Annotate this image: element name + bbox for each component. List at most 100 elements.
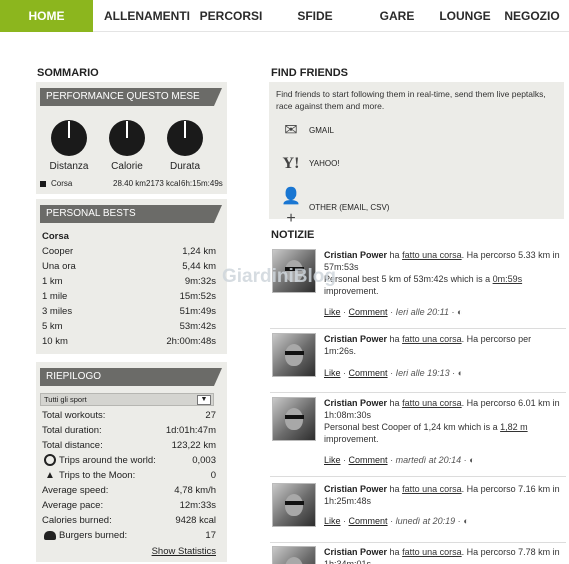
duration-label: Durata — [169, 161, 200, 172]
news-activity-link[interactable]: fatto una corsa — [402, 484, 462, 494]
pb-value: 15m:52s — [179, 291, 216, 302]
yahoo-link[interactable]: Y! YAHOO! — [279, 153, 340, 175]
news-activity-link[interactable]: fatto una corsa — [402, 250, 462, 260]
summary-row: Burgers burned: 17 — [42, 528, 216, 543]
summary-row: Average pace: 12m:33s — [42, 498, 216, 513]
sep: · — [457, 516, 461, 526]
tab-allenamenti[interactable]: ALLENAMENTI — [102, 0, 192, 32]
notizie-title: NOTIZIE — [271, 229, 315, 241]
performance-panel: PERFORMANCE QUESTO MESE Distanza Calorie… — [36, 82, 227, 194]
avatar[interactable] — [272, 546, 316, 564]
sep: · — [343, 455, 347, 465]
tab-negozio[interactable]: NEGOZIO — [503, 0, 561, 32]
news-author[interactable]: Cristian Power — [324, 398, 387, 408]
tab-home[interactable]: HOME — [0, 0, 93, 32]
gmail-link[interactable]: ✉ GMAIL — [279, 120, 334, 142]
avatar[interactable] — [272, 397, 316, 441]
news-ha: ha — [389, 547, 400, 557]
pb-row: 3 miles 51m:49s — [42, 304, 216, 319]
comment-link[interactable]: Comment — [349, 368, 388, 378]
summary-row: Average speed: 4,78 km/h — [42, 483, 216, 498]
avatar[interactable] — [272, 333, 316, 377]
summary-row: Total workouts: 27 — [42, 408, 216, 423]
pb-label: 5 km — [42, 321, 63, 332]
pb-label: Una ora — [42, 261, 76, 272]
comment-link[interactable]: Comment — [349, 516, 388, 526]
tab-gare[interactable]: GARE — [375, 0, 419, 32]
comment-link[interactable]: Comment — [349, 455, 388, 465]
summary-value: 12m:33s — [179, 500, 216, 511]
like-link[interactable]: Like — [324, 516, 341, 526]
summary-value: 9428 kcal — [175, 515, 216, 526]
other-label: OTHER (EMAIL, CSV) — [309, 203, 390, 213]
like-link[interactable]: Like — [324, 368, 341, 378]
month-duration: 6h:15m:49s — [181, 179, 223, 188]
news-pb-link[interactable]: 0m:59s — [493, 274, 523, 284]
chevron-down-icon[interactable]: ▼ — [197, 395, 211, 405]
pb-label: 1 mile — [42, 291, 68, 302]
summary-label: Total distance: — [42, 440, 103, 451]
calories-gauge — [109, 120, 145, 156]
news-timestamp: Ieri alle 19:13 — [395, 368, 450, 378]
comment-link[interactable]: Comment — [349, 307, 388, 317]
riepilogo-panel: RIEPILOGO Tutti gli sport ▼ Total workou… — [36, 362, 227, 562]
show-statistics-link[interactable]: Show Statistics — [152, 546, 216, 557]
pb-label: 1 km — [42, 276, 63, 287]
news-pb-post: improvement. — [324, 434, 379, 444]
avatar[interactable] — [272, 483, 316, 527]
news-pb-link[interactable]: 1,82 m — [500, 422, 528, 432]
pb-label: 10 km — [42, 336, 68, 347]
pb-row: Cooper 1,24 km — [42, 244, 216, 259]
summary-value: 17 — [205, 530, 216, 541]
sep: · — [390, 455, 394, 465]
news-author[interactable]: Cristian Power — [324, 547, 387, 557]
riepilogo-heading: RIEPILOGO — [40, 368, 222, 386]
mail-icon: ✉ — [284, 122, 298, 139]
tab-sfide[interactable]: SFIDE — [290, 0, 340, 32]
like-link[interactable]: Like — [324, 455, 341, 465]
like-link[interactable]: Like — [324, 307, 341, 317]
sep: · — [390, 516, 394, 526]
news-activity-link[interactable]: fatto una corsa — [402, 547, 462, 557]
news-item: Cristian Power ha fatto una corsa. Ha pe… — [270, 395, 566, 477]
news-author[interactable]: Cristian Power — [324, 250, 387, 260]
news-text: Cristian Power ha fatto una corsa. Ha pe… — [324, 333, 564, 357]
pb-row: 1 mile 15m:52s — [42, 289, 216, 304]
add-user-icon: 👤+ — [281, 188, 301, 227]
news-ha: ha — [389, 398, 400, 408]
news-activity-link[interactable]: fatto una corsa — [402, 398, 462, 408]
summary-label: Trips around the world: — [59, 455, 156, 466]
summary-value: 1d:01h:47m — [165, 425, 216, 436]
sommario-title: SOMMARIO — [37, 67, 99, 79]
news-ha: ha — [389, 334, 400, 344]
yahoo-label: YAHOO! — [309, 159, 340, 169]
tab-percorsi[interactable]: PERCORSI — [199, 0, 263, 32]
calories-label: Calorie — [111, 161, 143, 172]
summary-label: Burgers burned: — [59, 530, 128, 541]
summary-value: 4,78 km/h — [174, 485, 216, 496]
personal-bests-heading: PERSONAL BESTS — [40, 205, 222, 223]
news-meta: Like · Comment · martedì at 20:14 · ◐ — [324, 455, 475, 465]
sport-select[interactable]: Tutti gli sport ▼ — [40, 393, 214, 406]
summary-label: Average pace: — [42, 500, 104, 511]
rocket-icon: ▲ — [45, 470, 55, 481]
news-author[interactable]: Cristian Power — [324, 334, 387, 344]
news-ha: ha — [389, 250, 400, 260]
pb-row: 10 km 2h:00m:48s — [42, 334, 216, 349]
news-pb-text: Personal best 5 km of 53m:42s which is a — [324, 274, 491, 284]
news-text: Cristian Power ha fatto una corsa. Ha pe… — [324, 249, 564, 297]
news-text: Cristian Power ha fatto una corsa. Ha pe… — [324, 483, 564, 507]
personal-bests-panel: PERSONAL BESTS Corsa Cooper 1,24 km Una o… — [36, 199, 227, 354]
news-author[interactable]: Cristian Power — [324, 484, 387, 494]
news-ha: ha — [389, 484, 400, 494]
gmail-label: GMAIL — [309, 126, 334, 136]
summary-row: Total distance: 123,22 km — [42, 438, 216, 453]
tab-lounge[interactable]: LOUNGE — [438, 0, 492, 32]
duration-gauge — [167, 120, 203, 156]
news-timestamp: martedì at 20:14 — [395, 455, 462, 465]
moon-icon: ◐ — [463, 516, 469, 526]
pb-value: 5,44 km — [182, 261, 216, 272]
news-meta: Like · Comment · lunedì at 20:19 · ◐ — [324, 516, 469, 526]
news-activity-link[interactable]: fatto una corsa — [402, 334, 462, 344]
other-link[interactable]: 👤+ OTHER (EMAIL, CSV) — [279, 186, 389, 227]
